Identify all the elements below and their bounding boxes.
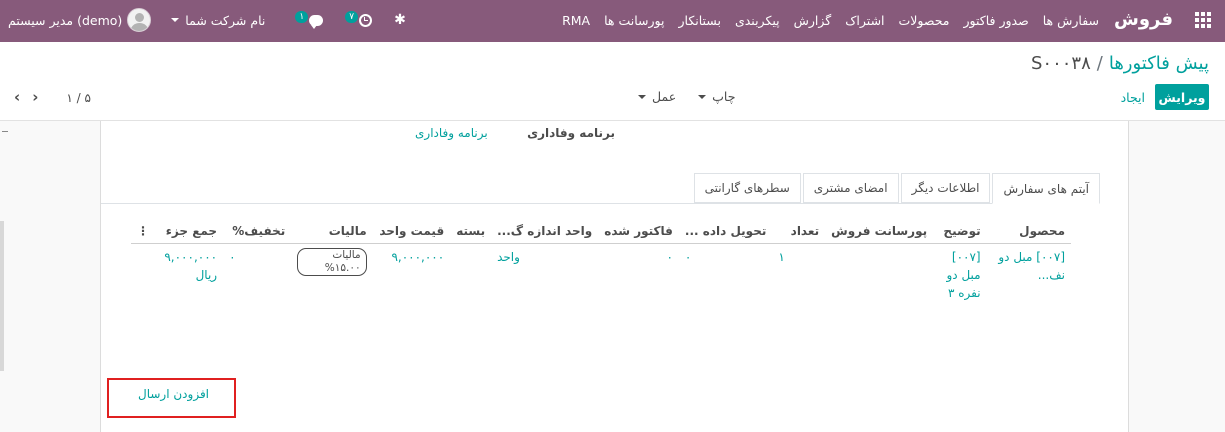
col-description[interactable]: توضیح	[933, 219, 987, 244]
tab-order-lines[interactable]: آیتم های سفارش	[992, 173, 1100, 204]
tab-warranty-lines[interactable]: سطرهای گارانتی	[693, 173, 801, 203]
add-shipping-button[interactable]: افزودن ارسال	[138, 387, 209, 401]
chevron-down-icon	[171, 18, 180, 22]
menu-item-commissions[interactable]: پورسانت ها	[604, 13, 664, 28]
table-row[interactable]: [۰۰۷] مبل دو نف... [۰۰۷] مبل دو نفره ۳ ۱…	[131, 243, 1071, 306]
chevron-down-icon	[638, 94, 646, 99]
cell-discount[interactable]: ۰	[223, 243, 291, 306]
table-header-row: محصول توضیح پورسانت فروش تعداد تحویل داد…	[131, 219, 1071, 244]
activities-badge: ۷	[345, 11, 359, 23]
cell-empty	[131, 243, 155, 306]
pager: ‹ › ۱ / ۵	[14, 90, 91, 105]
clock-icon	[359, 13, 373, 27]
next-record-icon[interactable]: ›	[32, 90, 38, 105]
order-lines-table: محصول توضیح پورسانت فروش تعداد تحویل داد…	[131, 219, 1071, 306]
systray: مدیر سیستم (demo) نام شرکت شما ۱ ۷ ✱	[8, 8, 428, 32]
col-commission[interactable]: پورسانت فروش	[825, 219, 934, 244]
cell-taxes[interactable]: مالیات ۱۵.۰۰%	[291, 243, 372, 306]
chat-icon	[309, 14, 324, 29]
chevron-down-icon	[698, 94, 707, 99]
cell-package[interactable]	[450, 243, 491, 306]
main-menu: سفارش ها صدور فاکتور محصولات اشتراک گزار…	[562, 13, 1099, 28]
col-unit-price[interactable]: قیمت واحد	[372, 219, 451, 244]
menu-item-subscriptions[interactable]: اشتراک	[845, 13, 884, 28]
action-label: عمل	[652, 89, 677, 104]
cell-quantity[interactable]: ۱	[772, 243, 825, 306]
user-name: مدیر سیستم (demo)	[8, 12, 123, 28]
menu-item-reporting[interactable]: گزارش	[794, 13, 832, 28]
col-discount[interactable]: تخفیف%	[223, 219, 292, 244]
company-switcher[interactable]: نام شرکت شما	[171, 13, 265, 28]
top-navbar: فروش سفارش ها صدور فاکتور محصولات اشتراک…	[0, 0, 1225, 42]
cell-product[interactable]: [۰۰۷] مبل دو نف...	[987, 243, 1071, 306]
previous-record-icon[interactable]: ‹	[14, 90, 20, 105]
loyalty-program-label: برنامه وفاداری	[527, 126, 615, 140]
action-dropdown[interactable]: عمل	[638, 89, 676, 104]
cell-uom[interactable]: واحد	[491, 243, 598, 306]
breadcrumb: پیش فاکتورها /S۰۰۰۳۸	[1031, 53, 1209, 74]
col-delivered[interactable]: تحویل داده ...	[678, 219, 773, 244]
col-quantity[interactable]: تعداد	[772, 219, 826, 244]
form-view: برنامه وفاداری برنامه وفاداری آیتم های س…	[0, 120, 1225, 432]
breadcrumb-parent[interactable]: پیش فاکتورها	[1109, 53, 1209, 74]
optional-columns-icon[interactable]: ⋮	[131, 219, 156, 244]
cell-invoiced[interactable]: ۰	[598, 243, 679, 306]
cell-description[interactable]: [۰۰۷] مبل دو نفره ۳	[933, 243, 986, 306]
menu-item-orders[interactable]: سفارش ها	[1043, 13, 1099, 28]
cell-subtotal: ۹,۰۰۰,۰۰۰ ریال	[164, 249, 218, 282]
user-menu[interactable]: مدیر سیستم (demo)	[8, 8, 152, 32]
company-name: نام شرکت شما	[185, 12, 266, 28]
breadcrumb-separator: /	[1096, 53, 1103, 74]
action-bar: چاپ عمل	[638, 89, 735, 104]
loyalty-program-field[interactable]: برنامه وفاداری	[415, 126, 488, 140]
form-sheet: برنامه وفاداری برنامه وفاداری آیتم های س…	[100, 121, 1129, 432]
messages-badge: ۱	[295, 11, 309, 23]
avatar	[127, 8, 152, 32]
tab-other-info[interactable]: اطلاعات دیگر	[900, 173, 991, 203]
app-brand[interactable]: فروش	[1114, 9, 1173, 30]
menu-item-invoicing[interactable]: صدور فاکتور	[963, 13, 1028, 28]
apps-menu-icon[interactable]	[1195, 12, 1211, 28]
menu-item-products[interactable]: محصولات	[899, 13, 950, 28]
tab-customer-signature[interactable]: امضای مشتری	[802, 173, 899, 203]
bug-icon: ✱	[394, 12, 406, 28]
pager-value[interactable]: ۱ / ۵	[66, 91, 91, 105]
col-invoiced[interactable]: فاکتور شده	[598, 219, 679, 244]
debug-menu[interactable]: ✱	[394, 12, 406, 28]
menu-item-creditor[interactable]: بستانکار	[679, 13, 721, 28]
col-subtotal[interactable]: جمع جزء	[155, 219, 224, 244]
col-taxes[interactable]: مالیات	[291, 219, 373, 244]
notebook-tabs: آیتم های سفارش اطلاعات دیگر امضای مشتری …	[692, 173, 1100, 204]
col-package[interactable]: بسته	[450, 219, 492, 244]
activity-menu[interactable]: ۷	[345, 11, 373, 27]
menu-item-configuration[interactable]: پیکربندی	[735, 13, 780, 28]
col-product[interactable]: محصول	[986, 219, 1071, 244]
messaging-menu[interactable]: ۱	[295, 11, 324, 29]
tax-tag: مالیات ۱۵.۰۰%	[297, 247, 367, 276]
menu-item-rma[interactable]: RMA	[562, 13, 590, 28]
chatter-divider	[0, 221, 4, 371]
cell-commission[interactable]	[825, 243, 933, 306]
col-uom[interactable]: واحد اندازه گ...	[491, 219, 599, 244]
edit-button[interactable]: ویرایش	[1155, 84, 1209, 110]
print-label: چاپ	[712, 89, 736, 104]
breadcrumb-current: S۰۰۰۳۸	[1030, 53, 1091, 74]
cell-unit-price[interactable]: ۹,۰۰۰,۰۰۰	[373, 243, 451, 306]
create-button[interactable]: ایجاد	[1121, 90, 1145, 105]
cell-delivered[interactable]: ۰	[679, 243, 772, 306]
print-dropdown[interactable]: چاپ	[698, 89, 735, 104]
divider-tick	[2, 131, 8, 132]
